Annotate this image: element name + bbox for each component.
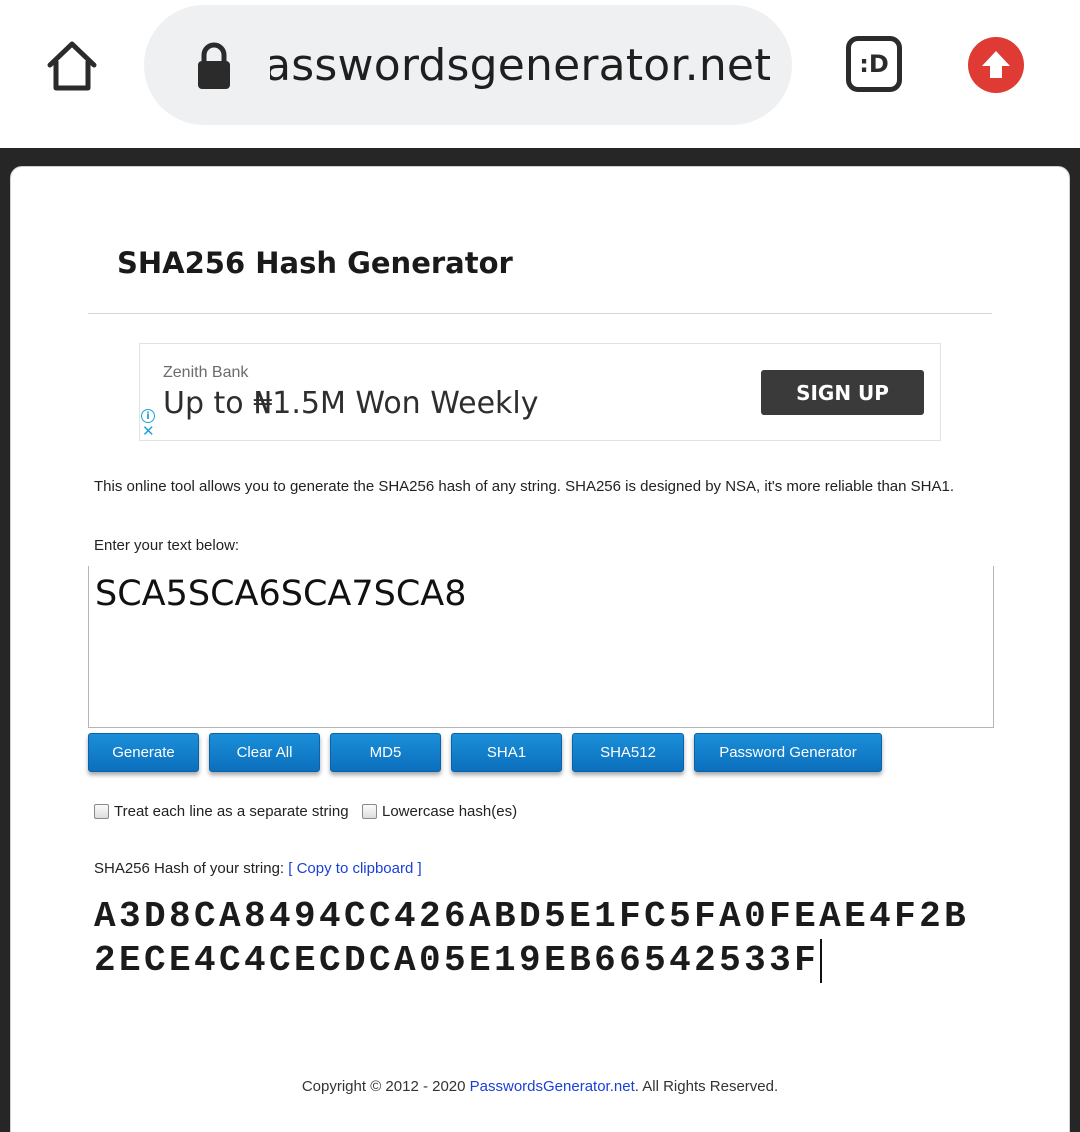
close-icon[interactable]: ✕ — [142, 424, 156, 439]
emoji-icon: :D — [846, 36, 902, 92]
footer-prefix: Copyright © 2012 - 2020 — [301, 1078, 470, 1095]
page-title: SHA256 Hash Generator — [117, 246, 513, 280]
result-label: SHA256 Hash of your string: — [94, 860, 285, 877]
hash-value: A3D8CA8494CC426ABD5E1FC5FA0FEAE4F2B2ECE4… — [94, 896, 970, 981]
upload-button[interactable] — [968, 37, 1024, 93]
password-generator-button[interactable]: Password Generator — [694, 733, 882, 772]
result-label-line: SHA256 Hash of your string: [ Copy to cl… — [94, 855, 422, 883]
ad-headline[interactable]: Up to ₦1.5M Won Weekly — [163, 382, 539, 426]
input-label: Enter your text below: — [94, 537, 240, 554]
sha512-button[interactable]: SHA512 — [572, 733, 684, 772]
info-icon[interactable]: i — [141, 409, 155, 423]
sha1-button[interactable]: SHA1 — [451, 733, 562, 772]
emoji-button[interactable]: :D — [846, 36, 904, 94]
lock-icon — [198, 42, 230, 89]
ad-brand: Zenith Bank — [163, 364, 249, 381]
url-text: passwordsgenerator.net — [270, 35, 770, 97]
text-input[interactable]: SCA5SCA6SCA7SCA8 — [88, 566, 994, 728]
text-cursor — [820, 939, 823, 983]
tool-description: This online tool allows you to generate … — [94, 478, 955, 495]
url-value: passwordsgenerator.net — [270, 40, 770, 91]
lowercase-checkbox[interactable] — [362, 804, 377, 819]
ad-signup-button[interactable]: SIGN UP — [761, 370, 924, 415]
home-button[interactable] — [36, 30, 108, 102]
advertisement[interactable]: Zenith Bank Up to ₦1.5M Won Weekly SIGN … — [139, 343, 941, 441]
browser-toolbar: passwordsgenerator.net :D — [0, 0, 1080, 148]
option-separate-lines: Treat each line as a separate string — [94, 803, 349, 820]
home-icon — [47, 41, 97, 91]
option-lowercase: Lowercase hash(es) — [362, 803, 517, 820]
separate-lines-label: Treat each line as a separate string — [114, 803, 349, 820]
generate-button[interactable]: Generate — [88, 733, 199, 772]
copy-to-clipboard-link[interactable]: [ Copy to clipboard ] — [288, 860, 421, 877]
footer-site-link[interactable]: PasswordsGenerator.net — [470, 1078, 635, 1095]
footer-suffix: . All Rights Reserved. — [634, 1078, 779, 1095]
divider — [88, 313, 992, 314]
separate-lines-checkbox[interactable] — [94, 804, 109, 819]
upload-icon — [982, 51, 1010, 78]
address-bar[interactable]: passwordsgenerator.net — [144, 5, 792, 125]
clear-all-button[interactable]: Clear All — [209, 733, 320, 772]
hash-output[interactable]: A3D8CA8494CC426ABD5E1FC5FA0FEAE4F2B2ECE4… — [94, 895, 984, 983]
md5-button[interactable]: MD5 — [330, 733, 441, 772]
footer: Copyright © 2012 - 2020 PasswordsGenerat… — [0, 1076, 1080, 1098]
lowercase-label: Lowercase hash(es) — [382, 803, 518, 820]
